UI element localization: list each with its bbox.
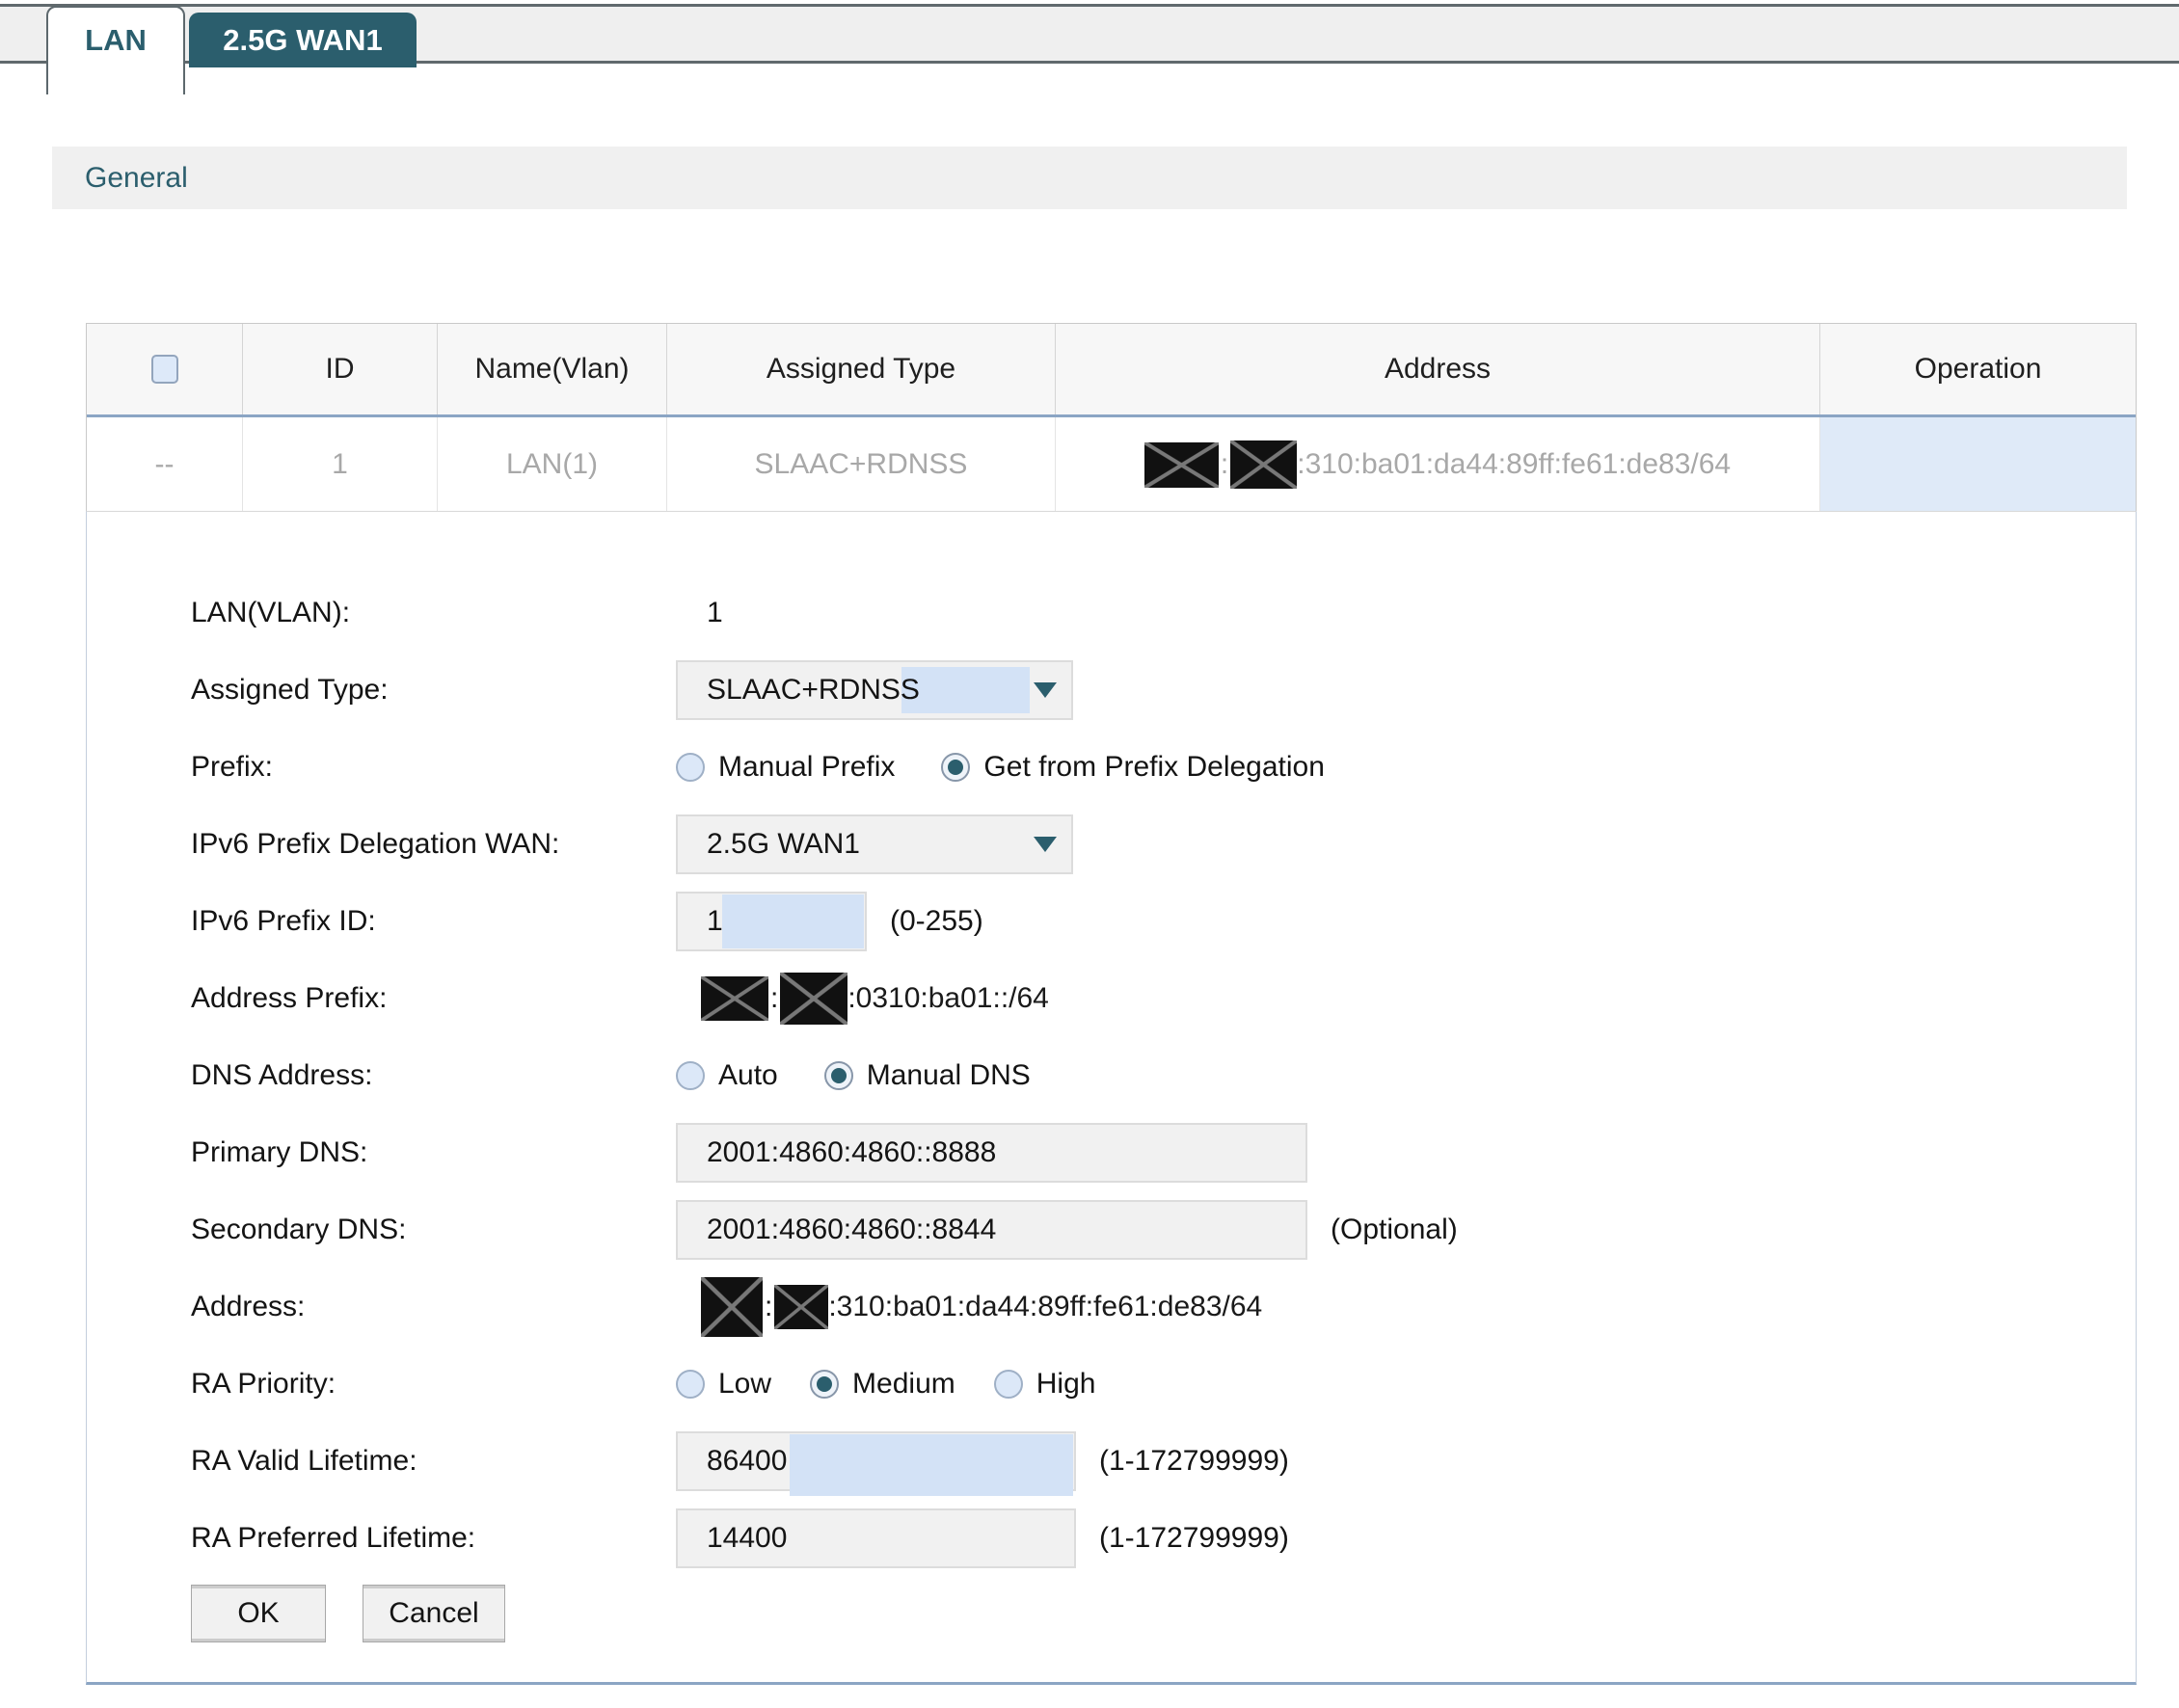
tab-lan[interactable]: LAN [46,6,185,94]
tab-bar: 2.5G WAN1 [0,4,2179,64]
address-separator: : [1221,448,1228,481]
cell-name-vlan: LAN(1) [438,417,667,512]
row-pd-wan: IPv6 Prefix Delegation WAN: 2.5G WAN1 [191,806,2136,883]
address-separator: : [770,982,778,1015]
assigned-type-label: Assigned Type: [191,674,389,707]
redaction-box [1144,442,1219,488]
assigned-type-select[interactable]: SLAAC+RDNSS [676,660,1073,720]
manual-prefix-radio[interactable] [676,753,705,782]
address-label: Address: [191,1291,305,1323]
secondary-dns-label: Secondary DNS: [191,1214,406,1246]
column-header-operation: Operation [1820,324,2136,414]
redaction-box [701,1277,763,1337]
row-address-prefix: Address Prefix: : :0310:ba01::/64 [191,960,2136,1037]
pd-wan-label: IPv6 Prefix Delegation WAN: [191,828,559,861]
redaction-box [701,976,768,1021]
table-header-row: ID Name(Vlan) Assigned Type Address Oper… [87,324,2136,414]
row-lan-vlan: LAN(VLAN): 1 [191,574,2136,652]
row-ra-priority: RA Priority: Low Medium High [191,1346,2136,1423]
lan-detail-panel: LAN(VLAN): 1 Assigned Type: SLAAC+RDNSS … [86,511,2137,1685]
cell-operation [1820,417,2136,512]
prefix-id-label: IPv6 Prefix ID: [191,905,376,938]
prefix-id-input[interactable] [676,892,867,951]
column-header-id: ID [243,324,438,414]
cancel-button[interactable]: Cancel [363,1585,505,1642]
address-value: :310:ba01:da44:89ff:fe61:de83/64 [828,1291,1262,1323]
dns-address-label: DNS Address: [191,1059,372,1092]
pd-wan-select[interactable]: 2.5G WAN1 [676,814,1073,874]
primary-dns-label: Primary DNS: [191,1136,367,1169]
selection-highlight [901,667,1030,713]
ra-preferred-lifetime-label: RA Preferred Lifetime: [191,1522,475,1555]
lan-vlan-label: LAN(VLAN): [191,597,350,629]
ok-button[interactable]: OK [191,1585,326,1642]
address-separator: : [765,1291,772,1323]
row-prefix: Prefix: Manual Prefix Get from Prefix De… [191,729,2136,806]
column-header-name-vlan: Name(Vlan) [438,324,667,414]
ra-priority-medium-label: Medium [852,1368,955,1401]
address-prefix-value: :0310:ba01::/64 [847,982,1049,1015]
tab-wan1[interactable]: 2.5G WAN1 [189,13,417,67]
prefix-delegation-radio[interactable] [941,753,970,782]
row-secondary-dns: Secondary DNS: (Optional) [191,1191,2136,1268]
prefix-id-hint: (0-255) [890,905,983,938]
ra-valid-lifetime-hint: (1-172799999) [1099,1445,1289,1478]
dns-manual-radio[interactable] [824,1061,853,1090]
manual-prefix-radio-label: Manual Prefix [718,751,895,784]
cell-address: : :310:ba01:da44:89ff:fe61:de83/64 [1056,417,1820,512]
chevron-down-icon [1034,682,1057,698]
secondary-dns-input[interactable] [676,1200,1307,1260]
prefix-delegation-radio-label: Get from Prefix Delegation [983,751,1324,784]
column-header-select [87,324,243,414]
ra-preferred-lifetime-input[interactable] [676,1508,1076,1568]
address-prefix-label: Address Prefix: [191,982,387,1015]
button-row: OK Cancel [191,1585,2136,1642]
cell-address-suffix: :310:ba01:da44:89ff:fe61:de83/64 [1297,448,1731,481]
ra-priority-low-radio[interactable] [676,1370,705,1399]
redaction-box [774,1285,828,1329]
column-header-address: Address [1056,324,1820,414]
dns-auto-radio-label: Auto [718,1059,778,1092]
ra-valid-lifetime-input[interactable] [676,1431,1076,1491]
dns-auto-radio[interactable] [676,1061,705,1090]
select-all-checkbox[interactable] [151,355,178,384]
row-dns-address: DNS Address: Auto Manual DNS [191,1037,2136,1114]
ra-preferred-lifetime-hint: (1-172799999) [1099,1522,1289,1555]
row-primary-dns: Primary DNS: [191,1114,2136,1191]
tab-wan1-label: 2.5G WAN1 [223,23,382,58]
prefix-label: Prefix: [191,751,273,784]
ra-valid-lifetime-label: RA Valid Lifetime: [191,1445,417,1478]
lan-vlan-table: ID Name(Vlan) Assigned Type Address Oper… [86,323,2137,512]
table-row[interactable]: -- 1 LAN(1) SLAAC+RDNSS : :310:ba01:da44:… [87,417,2136,512]
row-ra-preferred-lifetime: RA Preferred Lifetime: (1-172799999) [191,1500,2136,1577]
cell-id: 1 [243,417,438,512]
secondary-dns-hint: (Optional) [1331,1214,1458,1246]
pd-wan-selected-value: 2.5G WAN1 [678,828,860,861]
row-ra-valid-lifetime: RA Valid Lifetime: (1-172799999) [191,1423,2136,1500]
general-section-title: General [52,162,188,195]
cell-select: -- [87,417,243,512]
column-header-assigned-type: Assigned Type [667,324,1056,414]
ra-priority-medium-radio[interactable] [810,1370,839,1399]
lan-vlan-value: 1 [707,597,723,629]
redaction-box [1230,440,1297,489]
assigned-type-selected-value: SLAAC+RDNSS [678,674,920,707]
cell-assigned-type: SLAAC+RDNSS [667,417,1056,512]
general-section-header: General [52,147,2127,209]
redaction-box [780,973,847,1025]
ra-priority-high-label: High [1036,1368,1096,1401]
ra-priority-high-radio[interactable] [994,1370,1023,1399]
tab-lan-label: LAN [85,23,147,94]
row-assigned-type: Assigned Type: SLAAC+RDNSS [191,652,2136,729]
chevron-down-icon [1034,837,1057,852]
ra-priority-label: RA Priority: [191,1368,336,1401]
ra-priority-low-label: Low [718,1368,771,1401]
row-address: Address: : :310:ba01:da44:89ff:fe61:de83/… [191,1268,2136,1346]
row-prefix-id: IPv6 Prefix ID: (0-255) [191,883,2136,960]
dns-manual-radio-label: Manual DNS [867,1059,1031,1092]
primary-dns-input[interactable] [676,1123,1307,1183]
